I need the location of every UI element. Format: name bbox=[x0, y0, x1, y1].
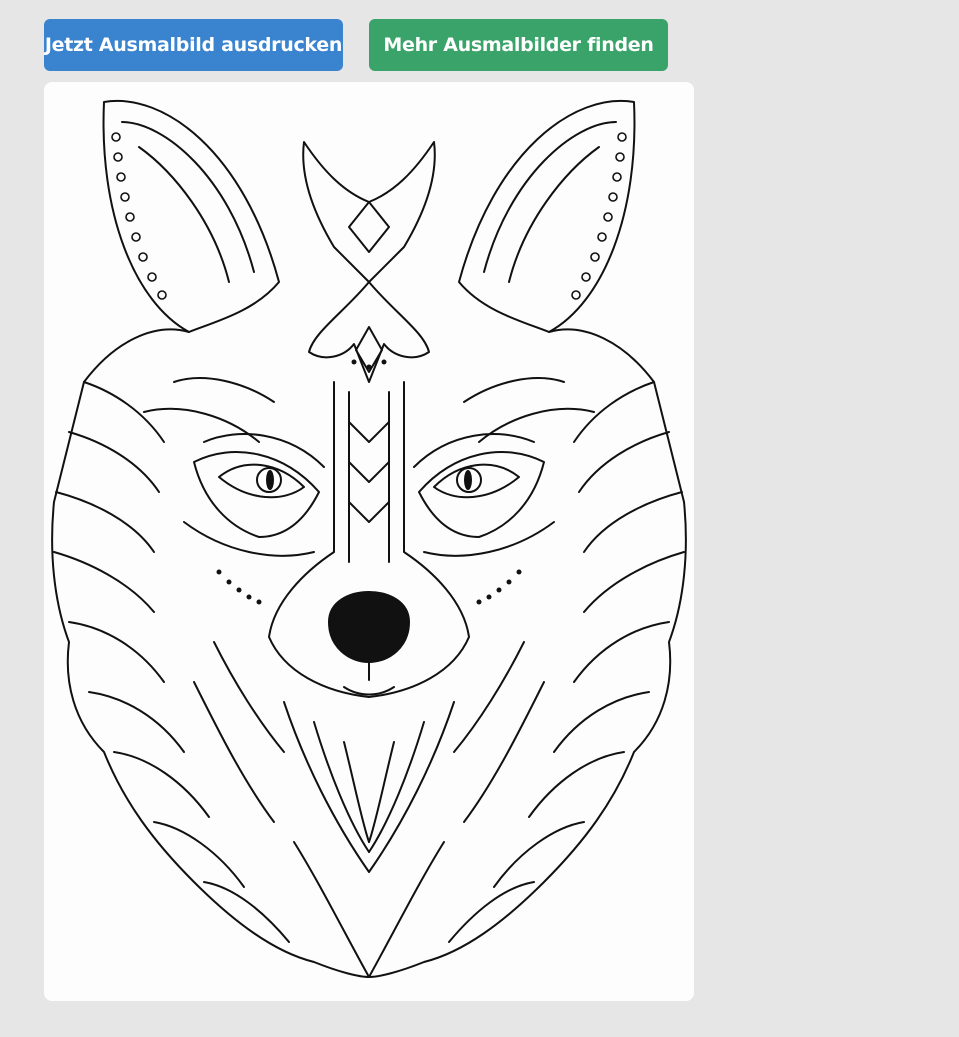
page: Jetzt Ausmalbild ausdrucken Mehr Ausmalb… bbox=[0, 0, 959, 1037]
coloring-image-card bbox=[44, 82, 694, 1001]
fox-coloring-image bbox=[51, 99, 687, 978]
left-ear bbox=[102, 99, 280, 333]
right-ear bbox=[458, 99, 636, 333]
more-coloring-pages-button[interactable]: Mehr Ausmalbilder finden bbox=[369, 19, 668, 71]
forehead-crest bbox=[302, 141, 436, 283]
nose bbox=[328, 591, 410, 663]
print-coloring-page-button[interactable]: Jetzt Ausmalbild ausdrucken bbox=[44, 19, 343, 71]
